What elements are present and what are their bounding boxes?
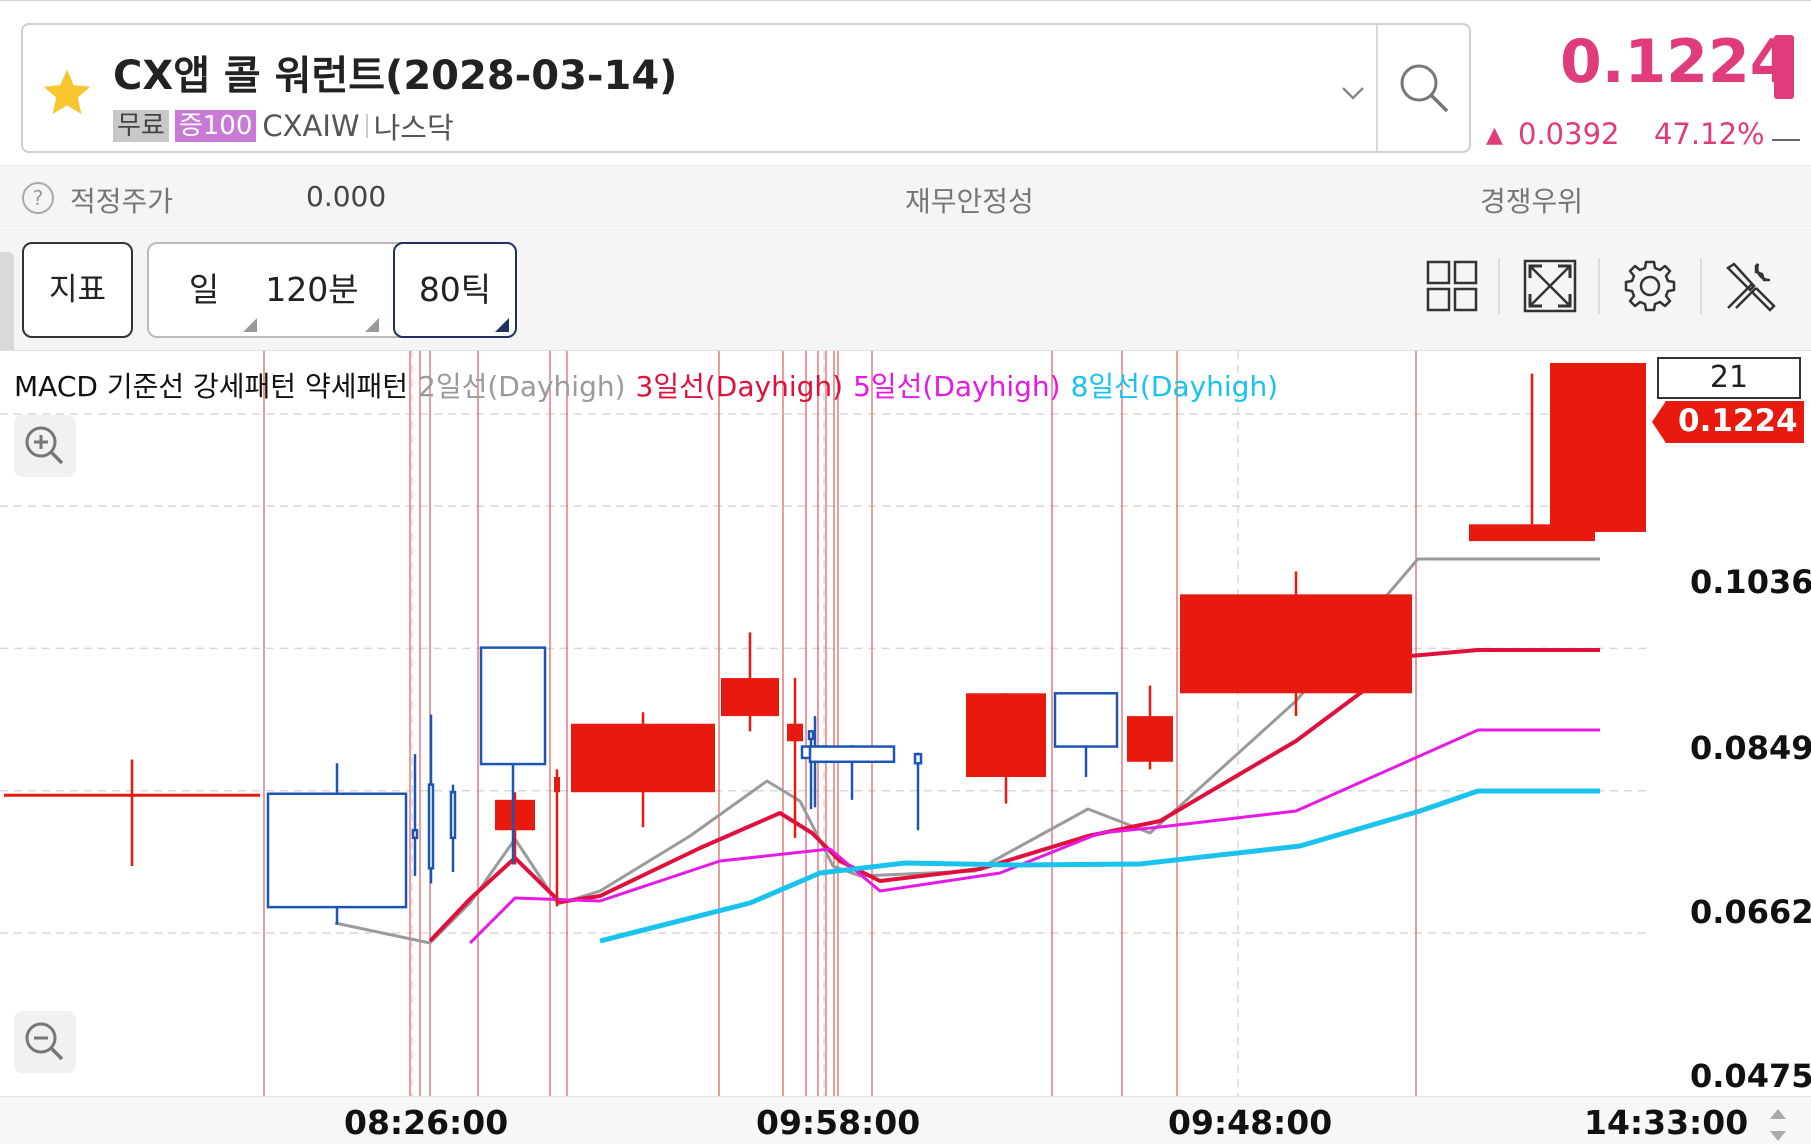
- fullscreen-icon[interactable]: [1522, 258, 1578, 314]
- dropdown-corner-icon: [365, 318, 379, 332]
- y-axis-tick: 0.0849: [1690, 729, 1811, 767]
- toolbar-divider: [1498, 258, 1500, 314]
- chevron-down-icon[interactable]: [1333, 73, 1373, 113]
- search-icon: [1400, 64, 1449, 113]
- candlesticks: [4, 363, 1646, 925]
- settings-gear-icon[interactable]: [1622, 258, 1678, 314]
- candle-body-up: [1550, 363, 1646, 532]
- fair-price-value: 0.000: [306, 180, 387, 213]
- zoom-in-button[interactable]: [14, 415, 76, 477]
- grid-layout-icon[interactable]: [1424, 258, 1480, 314]
- x-axis-tick: 09:48:00: [1168, 1103, 1333, 1142]
- legend-macd: MACD 기준선 강세패턴 약세패턴: [14, 370, 408, 403]
- toolbar-divider: [1598, 258, 1600, 314]
- chart-grid: [0, 351, 1648, 1096]
- financial-stability-link[interactable]: 재무안정성: [905, 180, 1034, 220]
- tools-icon[interactable]: [1722, 258, 1778, 314]
- tag-divider: [365, 114, 368, 138]
- y-axis-tick: 0.1036: [1690, 563, 1811, 601]
- price-change: ▲ 0.0392 47.12%: [1484, 115, 1804, 155]
- current-price-label: 0.1224: [1678, 403, 1798, 439]
- help-icon[interactable]: ?: [22, 182, 54, 214]
- toolbar-divider: [1700, 258, 1702, 314]
- ticker-symbol: CXAIW: [262, 109, 360, 143]
- y-axis-tick: 0.0475: [1690, 1057, 1811, 1095]
- dropdown-corner-icon: [495, 318, 509, 332]
- chart-toolbar: 지표 일 120분 80틱: [0, 228, 1811, 372]
- scroll-updown-icon[interactable]: [1762, 1105, 1794, 1144]
- stock-name: CX앱 콜 워런트(2028-03-14): [113, 53, 678, 99]
- legend-ma2: 2일선(Dayhigh): [418, 370, 626, 403]
- change-percent: 47.12%: [1654, 117, 1765, 151]
- candle-body-down: [449, 790, 457, 840]
- chart-area[interactable]: MACD 기준선 강세패턴 약세패턴 2일선(Dayhigh) 3일선(Dayh…: [0, 350, 1811, 1144]
- x-axis-tick: 08:26:00: [344, 1103, 509, 1142]
- candle-body-up: [1180, 594, 1412, 694]
- dropdown-corner-icon: [243, 318, 257, 332]
- search-button[interactable]: [1378, 25, 1470, 151]
- candle-body-down: [266, 792, 408, 909]
- change-dash: [1772, 139, 1800, 141]
- candle-body-down: [808, 745, 896, 764]
- candle-body-up: [495, 799, 535, 831]
- candle-body-up: [571, 723, 715, 793]
- margin-tag: 증100: [174, 110, 257, 142]
- competitive-edge-link[interactable]: 경쟁우위: [1480, 180, 1583, 220]
- chart-legend: MACD 기준선 강세패턴 약세패턴 2일선(Dayhigh) 3일선(Dayh…: [14, 365, 1288, 405]
- x-axis-tick: 09:58:00: [756, 1103, 921, 1142]
- zoom-out-button[interactable]: [14, 1011, 76, 1073]
- candle-body-down: [411, 829, 419, 840]
- price-indicator-bar: [1774, 35, 1794, 99]
- legend-ma8: 8일선(Dayhigh): [1070, 370, 1279, 403]
- price-chart[interactable]: [0, 351, 1811, 1144]
- y-axis-tick: 0.0662: [1690, 893, 1811, 931]
- period-120min-button[interactable]: 120분: [259, 244, 365, 336]
- current-price: 0.1224: [1560, 27, 1792, 97]
- legend-ma5: 5일선(Dayhigh): [853, 370, 1061, 403]
- zoom-out-icon: [25, 1022, 64, 1061]
- candle-body-up: [787, 723, 803, 742]
- period-selector: 일 120분 80틱: [147, 242, 517, 338]
- legend-ma3: 3일선(Dayhigh): [635, 370, 844, 403]
- stock-selector[interactable]: CX앱 콜 워런트(2028-03-14) 무료 증100 CXAIW 나스닥: [21, 23, 1471, 153]
- candle-count-box[interactable]: 21: [1657, 357, 1801, 399]
- x-axis-tick: 14:33:00: [1584, 1103, 1749, 1142]
- favorite-star-icon[interactable]: [39, 65, 95, 121]
- indicator-button[interactable]: 지표: [22, 242, 133, 338]
- candle-body-down: [479, 646, 547, 766]
- zoom-in-icon: [25, 426, 64, 465]
- candle-body-down: [1053, 692, 1119, 748]
- candle-body-up: [966, 693, 1046, 777]
- candle-body-up: [721, 678, 779, 717]
- up-arrow-icon: ▲: [1486, 123, 1503, 148]
- candle-body-up: [1127, 716, 1173, 762]
- stock-tags: 무료 증100 CXAIW 나스닥: [113, 109, 454, 145]
- valuation-row: ? 적정주가 0.000 재무안정성 경쟁우위: [0, 165, 1811, 227]
- free-tag: 무료: [113, 110, 169, 142]
- stock-header: CX앱 콜 워런트(2028-03-14) 무료 증100 CXAIW 나스닥 …: [0, 0, 1811, 165]
- candle-body-down: [427, 783, 435, 870]
- fair-price-label: 적정주가: [70, 185, 174, 218]
- candle-body-down: [913, 752, 923, 765]
- pattern-signal-lines: [263, 351, 1417, 1096]
- change-value: 0.0392: [1518, 117, 1620, 151]
- candle-body-up: [554, 776, 560, 793]
- candle-body-down: [807, 730, 815, 741]
- exchange-name: 나스닥: [373, 111, 454, 145]
- candle-body-up: [4, 793, 260, 797]
